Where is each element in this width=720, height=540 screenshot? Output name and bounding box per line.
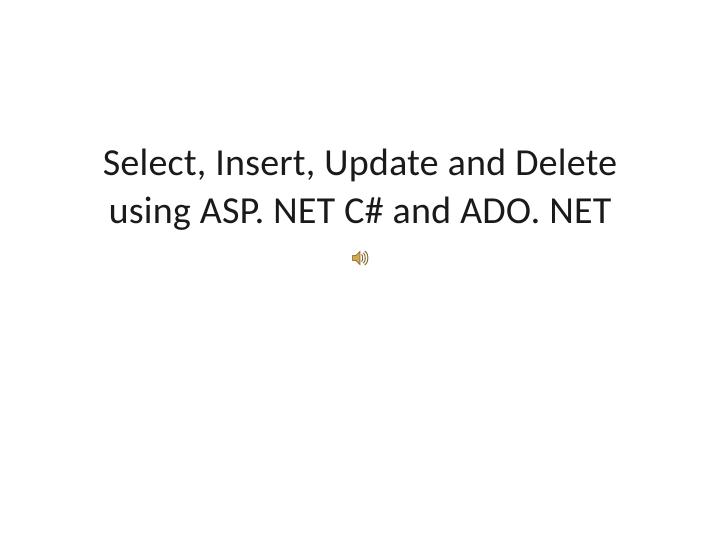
slide-title-line2: using ASP. NET C# and ADO. NET [50,188,670,236]
speaker-icon[interactable] [350,248,370,268]
slide-title-block: Select, Insert, Update and Delete using … [0,140,720,235]
slide-title-line1: Select, Insert, Update and Delete [50,140,670,188]
